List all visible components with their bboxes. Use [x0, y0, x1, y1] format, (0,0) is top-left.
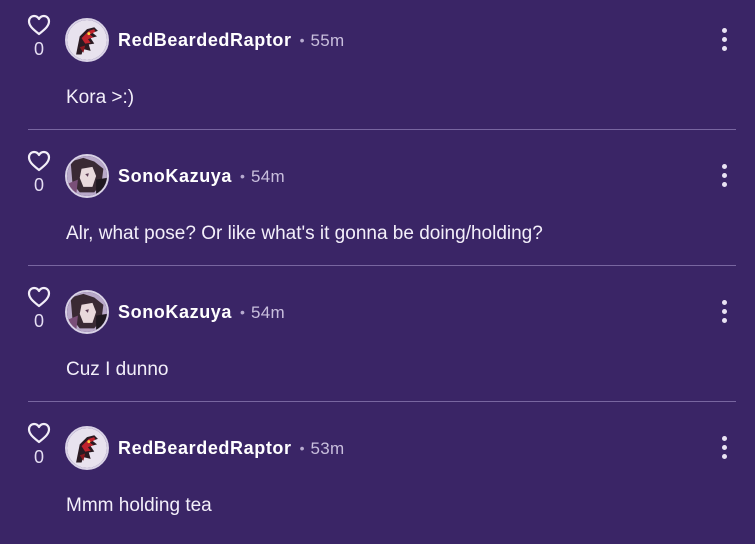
username[interactable]: RedBeardedRaptor [118, 30, 292, 50]
heart-icon[interactable] [27, 286, 51, 308]
comment-item: 0 RedBeardedRaptor • 55m Kora >:) [0, 0, 755, 136]
red-dragon-avatar-icon [67, 20, 107, 60]
separator-dot: • [299, 32, 305, 48]
timestamp: 54m [250, 167, 285, 186]
like-control: 0 [26, 286, 52, 330]
comment-text: Alr, what pose? Or like what's it gonna … [66, 223, 543, 244]
comment-text: Mmm holding tea [66, 495, 212, 516]
comment-meta: SonoKazuya • 54m [118, 164, 285, 188]
heart-icon[interactable] [27, 14, 51, 36]
like-count: 0 [33, 39, 44, 59]
avatar[interactable] [65, 18, 109, 62]
separator-dot: • [240, 168, 245, 184]
heart-icon[interactable] [27, 422, 51, 444]
timestamp: 53m [310, 439, 345, 458]
like-count: 0 [33, 175, 44, 195]
more-options-icon[interactable] [714, 300, 734, 326]
divider [28, 401, 736, 402]
avatar[interactable] [65, 426, 109, 470]
red-dragon-avatar-icon [67, 428, 107, 468]
comment-text: Cuz I dunno [66, 359, 169, 380]
separator-dot: • [299, 440, 305, 456]
username[interactable]: SonoKazuya [118, 302, 232, 322]
like-control: 0 [26, 422, 52, 466]
username[interactable]: RedBeardedRaptor [118, 438, 292, 458]
separator-dot: • [240, 304, 245, 320]
anime-character-avatar-icon [67, 156, 107, 196]
timestamp: 55m [310, 31, 345, 50]
anime-character-avatar-icon [67, 292, 107, 332]
like-control: 0 [26, 150, 52, 194]
comment-meta: SonoKazuya • 54m [118, 300, 285, 324]
like-count: 0 [33, 311, 44, 331]
avatar[interactable] [65, 154, 109, 198]
timestamp: 54m [250, 303, 285, 322]
comment-meta: RedBeardedRaptor • 55m [118, 28, 345, 52]
like-count: 0 [33, 447, 44, 467]
avatar[interactable] [65, 290, 109, 334]
like-control: 0 [26, 14, 52, 58]
comment-item: 0 SonoKazuya • 54m Alr, what pose? Or like… [0, 136, 755, 272]
comment-item: 0 RedBeardedRaptor • 53m Mmm holding tea [0, 408, 755, 544]
comment-text: Kora >:) [66, 87, 135, 108]
heart-icon[interactable] [27, 150, 51, 172]
username[interactable]: SonoKazuya [118, 166, 232, 186]
more-options-icon[interactable] [714, 28, 734, 54]
comment-meta: RedBeardedRaptor • 53m [118, 436, 345, 460]
divider [28, 265, 736, 266]
comment-item: 0 SonoKazuya • 54m Cuz I dunno [0, 272, 755, 408]
more-options-icon[interactable] [714, 164, 734, 190]
more-options-icon[interactable] [714, 436, 734, 462]
divider [28, 129, 736, 130]
